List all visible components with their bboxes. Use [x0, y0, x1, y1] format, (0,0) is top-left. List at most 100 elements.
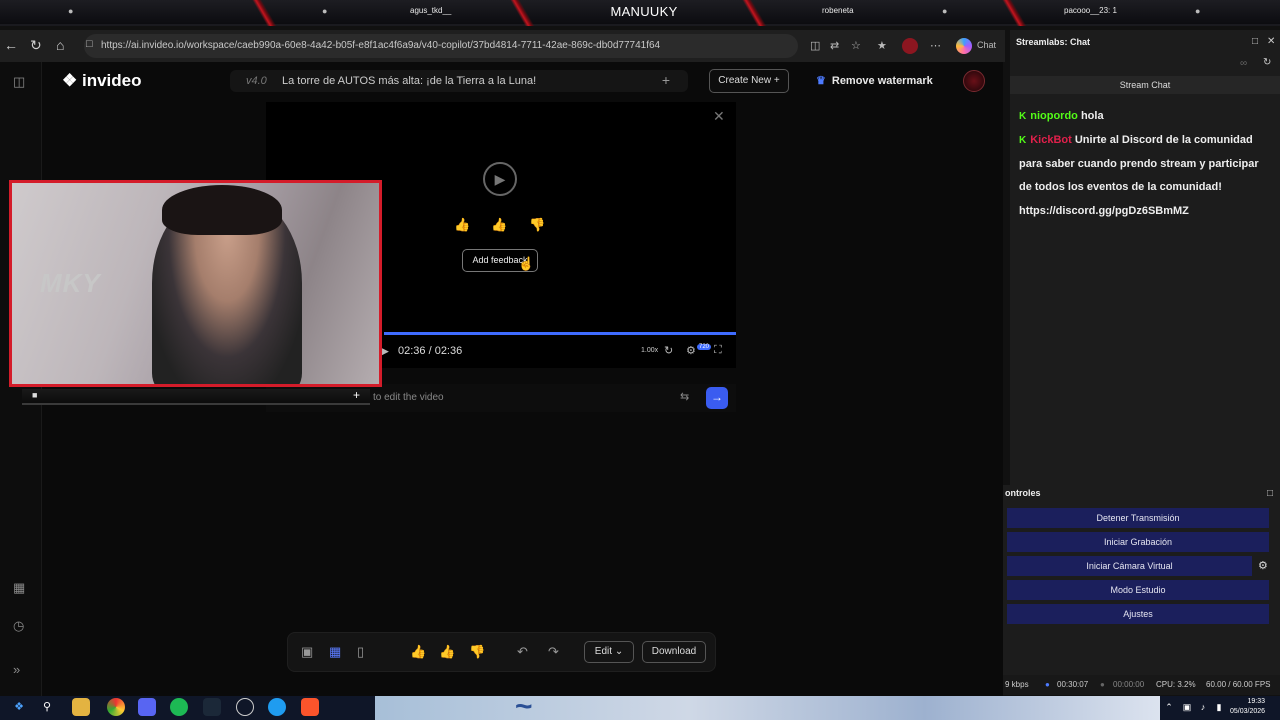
popout-icon[interactable]: □ [1252, 36, 1258, 47]
banner-name-right: robeneta [822, 6, 854, 15]
frame-logo-icon: ■ [32, 390, 38, 400]
love-it-icon[interactable]: 👍 [454, 217, 470, 233]
discord-icon[interactable] [138, 698, 156, 716]
refresh-icon[interactable]: ↻ [30, 37, 42, 54]
loop-icon[interactable]: ↻ [664, 344, 673, 357]
redo-icon[interactable]: ↷ [548, 644, 559, 660]
progress-bar[interactable] [384, 332, 736, 335]
chrome-icon[interactable] [107, 698, 125, 716]
grid-icon[interactable]: ▦ [13, 580, 25, 596]
favorites-icon[interactable]: ★ [877, 39, 887, 52]
stop-stream-button[interactable]: Detener Transmisión [1007, 508, 1269, 528]
play-icon[interactable]: ▶ [382, 346, 389, 357]
stream-chat-tab[interactable]: Stream Chat [1010, 76, 1280, 94]
windows-start-icon[interactable]: ❖ [10, 698, 28, 716]
create-new-button[interactable]: Create New + [709, 69, 789, 93]
popout-icon[interactable]: □ [1267, 488, 1273, 499]
banner-slash [740, 0, 768, 26]
cpu-usage: CPU: 3.2% [1156, 680, 1196, 689]
settings-button[interactable]: Ajustes [1007, 604, 1269, 624]
thumbs-down-icon[interactable]: 👎 [469, 644, 485, 660]
bitrate: 9 kbps [1005, 680, 1029, 689]
crown-icon: ♛ [816, 75, 826, 87]
camera-icon[interactable]: ▣ [301, 644, 313, 660]
chat-username: KickBot [1030, 134, 1072, 146]
create-new-label: Create New [718, 75, 772, 86]
invideo-logo[interactable]: ❖ invideo [62, 71, 141, 91]
sidebar-toggle-icon[interactable]: ◫ [13, 74, 25, 90]
edge-icon[interactable] [268, 698, 286, 716]
controls-header: ontroles [1005, 488, 1041, 498]
close-icon[interactable]: ✕ [1267, 36, 1275, 47]
close-icon[interactable]: ✕ [713, 108, 725, 125]
banner-slash [250, 0, 278, 26]
drop-icon: ● [68, 6, 74, 16]
edit-placeholder: to edit the video [373, 392, 444, 403]
download-button[interactable]: Download [642, 641, 706, 663]
chevron-down-icon: ⌄ [614, 646, 624, 657]
edit-button[interactable]: Edit ⌄ [584, 641, 634, 663]
project-title-bar[interactable]: v4.0 La torre de AUTOS más alta: ¡de la … [230, 70, 688, 92]
start-virtual-camera-button[interactable]: Iniciar Cámara Virtual [1007, 556, 1252, 576]
drop-icon: ● [322, 6, 328, 16]
layout-icon[interactable]: ▯ [357, 644, 364, 660]
profile-icon[interactable] [902, 38, 918, 54]
stream-banner: ● ● agus_tkd__ MANUUKY robeneta ● pacooo… [0, 0, 1280, 26]
export-icon[interactable]: ▦ [329, 644, 341, 660]
gear-icon[interactable]: ⚙ [1258, 559, 1268, 572]
plus-icon[interactable]: + [662, 72, 670, 88]
love-it-icon[interactable]: 👍 [410, 644, 426, 660]
spotify-icon[interactable] [170, 698, 188, 716]
tray-chevron-icon[interactable]: ⌃ [1160, 698, 1178, 716]
fullscreen-icon[interactable]: ⛶ [714, 344, 722, 357]
quality-badge: 720 [697, 344, 712, 350]
more-icon[interactable]: ⋯ [930, 39, 941, 52]
avatar[interactable] [963, 70, 985, 92]
send-button[interactable]: → [706, 387, 728, 409]
browser-toolbar: ← ↻ ⌂ □ https://ai.invideo.io/workspace/… [0, 30, 1005, 62]
undo-icon[interactable]: ↶ [517, 644, 528, 660]
chat-header: Streamlabs: Chat [1016, 37, 1091, 47]
drop-icon: ● [1195, 6, 1201, 16]
history-icon[interactable]: ◷ [13, 618, 24, 634]
banner-slash [508, 0, 536, 26]
edit-label: Edit [594, 646, 613, 657]
hand-cursor-icon: ☝ [518, 256, 535, 271]
chat-message: K KickBot Unirte al Discord de la comunid… [1019, 129, 1274, 223]
file-explorer-icon[interactable] [72, 698, 90, 716]
split-screen-icon[interactable]: ◫ [810, 39, 820, 52]
brave-icon[interactable] [301, 698, 319, 716]
taskbar-background-media: ~ [375, 690, 1160, 720]
taskbar-clock[interactable]: 19:33 05/03/2026 [1230, 697, 1265, 717]
remove-watermark-button[interactable]: ♛ Remove watermark [816, 74, 933, 87]
search-icon[interactable]: ⚲ [38, 698, 56, 716]
replay-icon[interactable]: ▶ [483, 162, 517, 196]
sliders-icon[interactable]: ⇆ [680, 390, 689, 403]
studio-mode-button[interactable]: Modo Estudio [1007, 580, 1269, 600]
copilot-chat-label[interactable]: Chat [977, 40, 996, 50]
favorite-star-icon[interactable]: ☆ [851, 39, 861, 52]
copilot-icon[interactable] [956, 38, 972, 54]
home-icon[interactable]: ⌂ [56, 37, 64, 53]
chat-text: Unirte al Discord de la comunidad para s… [1019, 134, 1259, 217]
back-icon[interactable]: ← [4, 37, 18, 53]
thumbs-up-icon[interactable]: 👍 [491, 217, 507, 233]
link-icon[interactable]: ∞ [1240, 58, 1247, 69]
chat-text: hola [1080, 110, 1104, 122]
address-bar[interactable]: □ https://ai.invideo.io/workspace/caeb99… [84, 34, 798, 58]
thumbs-down-icon[interactable]: 👎 [529, 217, 545, 233]
battery-icon[interactable]: ▮ [1210, 698, 1228, 716]
settings-gear-icon[interactable]: ⚙ [686, 344, 696, 357]
record-time: 00:00:00 [1113, 680, 1145, 689]
steam-icon[interactable] [203, 698, 221, 716]
refresh-icon[interactable]: ↻ [1263, 57, 1271, 68]
start-recording-button[interactable]: Iniciar Grabación [1007, 532, 1269, 552]
thumbs-up-icon[interactable]: 👍 [439, 644, 455, 660]
live-icon: ● [1045, 680, 1050, 689]
obs-icon[interactable] [236, 698, 254, 716]
translate-icon[interactable]: ⇄ [830, 39, 839, 52]
expand-icon[interactable]: » [13, 662, 20, 677]
speed-label[interactable]: 1.00x [641, 347, 658, 354]
webcam-frame-footer: ■ + [22, 388, 370, 405]
lock-icon: □ [86, 38, 93, 50]
